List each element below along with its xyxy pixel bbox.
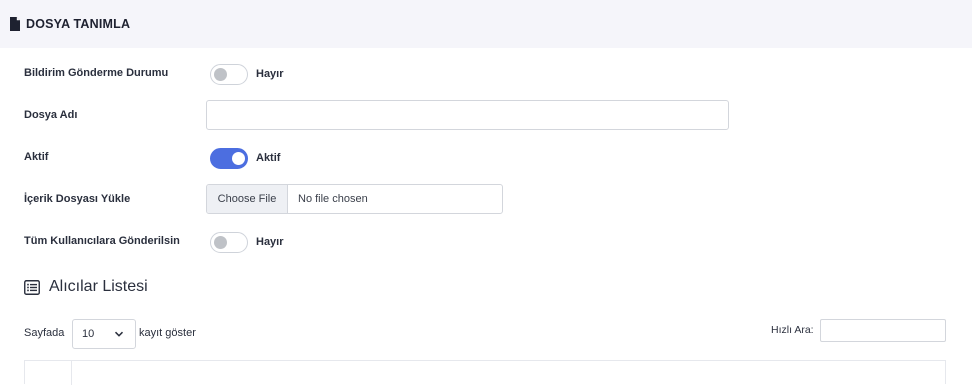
column-divider (71, 361, 72, 385)
file-status: No file chosen (298, 193, 368, 205)
length-prefix: Sayfada (24, 327, 65, 339)
recipients-table (24, 360, 946, 385)
length-suffix: kayıt göster (139, 327, 196, 339)
toggle-knob (214, 236, 227, 249)
card-header: DOSYA TANIMLA (0, 0, 972, 48)
toggle-knob (214, 68, 227, 81)
choose-file-button[interactable]: Choose File (207, 185, 288, 213)
search-label: Hızlı Ara: (771, 324, 814, 336)
send-all-label: Tüm Kullanıcılara Gönderilsin (24, 235, 180, 247)
upload-file-input[interactable]: Choose File No file chosen (206, 184, 503, 214)
page-title: DOSYA TANIMLA (26, 17, 131, 31)
notify-toggle[interactable] (210, 64, 248, 85)
recipients-heading: Alıcılar Listesi (24, 278, 148, 296)
send-all-state: Hayır (256, 236, 284, 248)
file-name-label: Dosya Adı (24, 109, 78, 121)
recipients-title: Alıcılar Listesi (49, 278, 148, 295)
page-length-value: 10 (82, 328, 95, 340)
page-length-select[interactable]: 10 (72, 319, 136, 349)
upload-label: İçerik Dosyası Yükle (24, 193, 131, 205)
file-icon (10, 17, 20, 31)
list-icon (24, 279, 40, 295)
active-state: Aktif (256, 152, 281, 164)
search-input[interactable] (820, 319, 946, 342)
file-name-input[interactable] (206, 100, 729, 130)
send-all-toggle[interactable] (210, 232, 248, 253)
toggle-knob (232, 152, 245, 165)
notify-label: Bildirim Gönderme Durumu (24, 67, 169, 79)
chevron-down-icon (114, 331, 124, 337)
notify-state: Hayır (256, 68, 284, 80)
active-label: Aktif (24, 151, 49, 163)
active-toggle[interactable] (210, 148, 248, 169)
